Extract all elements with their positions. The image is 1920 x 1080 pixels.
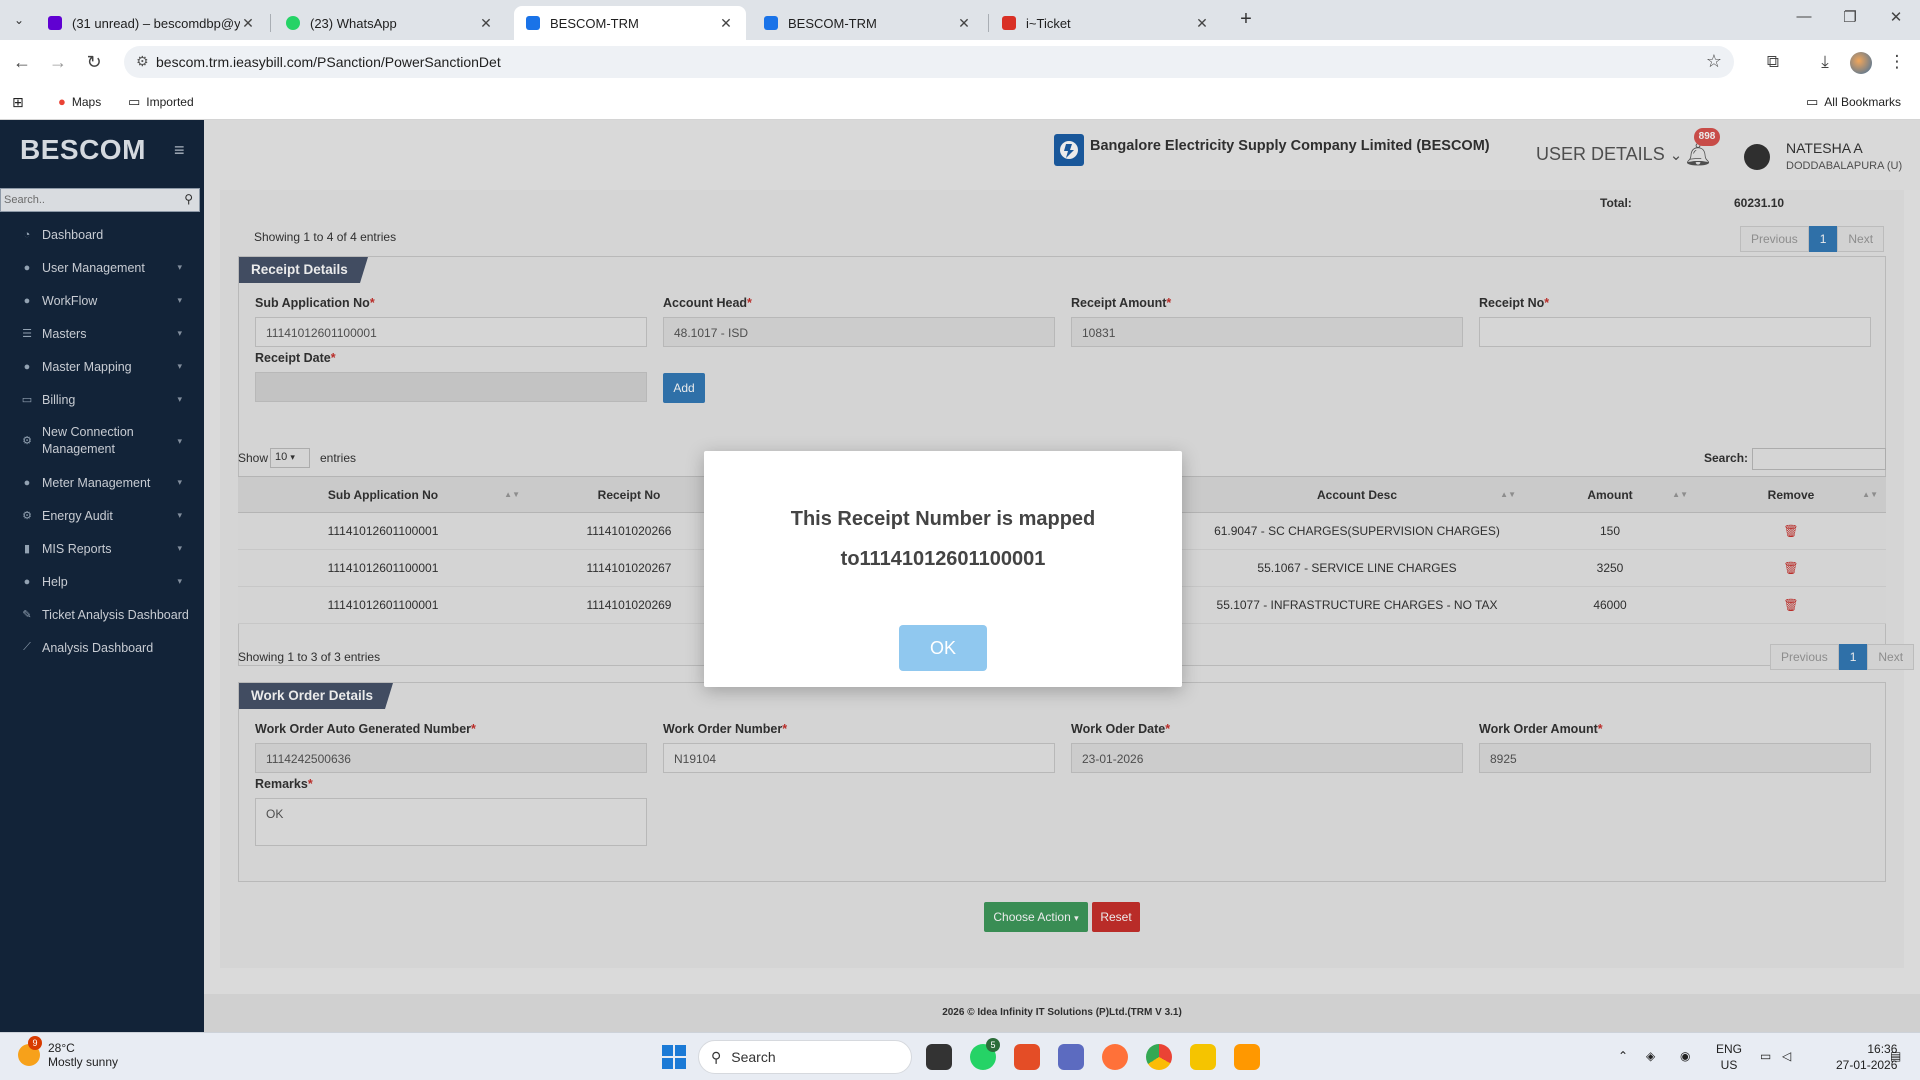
tray-app-icon[interactable]: ◈ <box>1646 1049 1655 1063</box>
weather-badge: 9 <box>28 1036 42 1050</box>
search-icon: ⚲ <box>711 1048 722 1065</box>
bookmark-imported[interactable]: ▭ Imported <box>128 94 194 110</box>
sun-icon: 9 <box>18 1036 42 1066</box>
bookmark-label: Maps <box>71 94 102 109</box>
tab-title: BESCOM-TRM <box>550 15 639 31</box>
windows-taskbar: 9 28°C Mostly sunny ⚲ Search 5 ⌃ ◈ ◉ ENG… <box>0 1032 1920 1080</box>
minimize-icon[interactable]: — <box>1784 8 1824 25</box>
chrome-icon[interactable] <box>1146 1044 1172 1070</box>
taskbar-search[interactable]: ⚲ Search <box>698 1040 912 1074</box>
browser-tab-iticket[interactable]: i~Ticket ✕ <box>990 6 1222 40</box>
download-icon[interactable]: ⤓ <box>1812 50 1838 74</box>
clock-time: 16:36 <box>1867 1042 1898 1056</box>
new-tab-button[interactable]: + <box>1234 8 1258 32</box>
reload-icon[interactable]: ↻ <box>82 50 106 74</box>
alert-message-line2: to11141012601100001 <box>840 548 1046 570</box>
tab-title: i~Ticket <box>1026 15 1071 31</box>
windows-start-icon[interactable] <box>662 1045 686 1069</box>
browser-tab-mail[interactable]: (31 unread) – bescomdbp@yah ✕ <box>36 6 268 40</box>
alert-message: This Receipt Number is mapped to11141012… <box>704 499 1182 579</box>
weather-temp: 28°C <box>48 1041 75 1055</box>
menu-kebab-icon[interactable]: ⋮ <box>1884 50 1910 74</box>
tab-separator <box>270 14 271 32</box>
bescom-favicon-icon <box>526 16 540 30</box>
map-pin-icon: ● <box>58 94 66 109</box>
tab-separator <box>988 14 989 32</box>
browser-toolbar: ← → ↻ ⚙ bescom.trm.ieasybill.com/PSancti… <box>0 40 1920 84</box>
window-close-icon[interactable]: ✕ <box>1876 8 1916 26</box>
alert-message-line1: This Receipt Number is mapped <box>790 508 1096 530</box>
apps-grid-icon[interactable]: ⊞ <box>12 94 24 111</box>
tab-title: (23) WhatsApp <box>310 15 397 31</box>
taskview-icon[interactable] <box>926 1044 952 1070</box>
url-text[interactable]: bescom.trm.ieasybill.com/PSanction/Power… <box>156 54 501 70</box>
bookmark-label: All Bookmarks <box>1824 95 1901 109</box>
close-icon[interactable]: ✕ <box>1194 15 1210 32</box>
profile-avatar[interactable] <box>1850 52 1872 74</box>
bescom-favicon-icon <box>764 16 778 30</box>
tray-app-icon[interactable]: ◉ <box>1680 1049 1690 1063</box>
language-indicator[interactable]: ENG US <box>1716 1041 1742 1073</box>
whatsapp-icon <box>286 16 300 30</box>
tab-title: BESCOM-TRM <box>788 15 877 31</box>
volume-icon[interactable]: ◁ <box>1782 1049 1791 1063</box>
whatsapp-icon[interactable]: 5 <box>970 1038 1000 1070</box>
notification-center-icon[interactable]: ▤ <box>1890 1049 1901 1063</box>
all-bookmarks[interactable]: ▭ All Bookmarks <box>1806 94 1901 110</box>
browser-tab-bar: ⌄ (31 unread) – bescomdbp@yah ✕ (23) Wha… <box>0 0 1920 40</box>
chevron-up-icon[interactable]: ⌃ <box>1618 1049 1628 1063</box>
browser-tab-bescom[interactable]: BESCOM-TRM ✕ <box>752 6 984 40</box>
app-icon[interactable] <box>1014 1044 1040 1070</box>
bookmark-star-icon[interactable]: ☆ <box>1706 51 1722 72</box>
browser-tab-bescom-active[interactable]: BESCOM-TRM ✕ <box>514 6 746 40</box>
calculator-icon[interactable] <box>1058 1044 1084 1070</box>
bookmark-label: Imported <box>146 95 194 109</box>
forward-icon[interactable]: → <box>46 50 70 74</box>
close-icon[interactable]: ✕ <box>478 15 494 32</box>
mail-icon <box>48 16 62 30</box>
system-clock[interactable]: 16:36 27-01-2026 <box>1836 1041 1897 1073</box>
address-bar[interactable]: ⚙ bescom.trm.ieasybill.com/PSanction/Pow… <box>124 46 1734 78</box>
weather-widget[interactable]: 9 28°C Mostly sunny <box>18 1036 119 1069</box>
tab-title: (31 unread) – bescomdbp@yah <box>72 15 240 31</box>
close-icon[interactable]: ✕ <box>956 15 972 32</box>
tab-search-chevron-icon[interactable]: ⌄ <box>8 9 30 31</box>
alert-dialog: This Receipt Number is mapped to11141012… <box>704 451 1182 687</box>
ticket-icon <box>1002 16 1016 30</box>
bookmarks-bar: ⊞ ● Maps ▭ Imported ▭ All Bookmarks <box>0 84 1920 120</box>
site-info-icon[interactable]: ⚙ <box>136 53 149 70</box>
close-icon[interactable]: ✕ <box>718 15 734 32</box>
browser-tab-whatsapp[interactable]: (23) WhatsApp ✕ <box>274 6 506 40</box>
taskbar-search-label: Search <box>731 1049 776 1065</box>
monitor-icon[interactable]: ▭ <box>1760 1049 1771 1063</box>
weather-desc: Mostly sunny <box>48 1055 119 1069</box>
folder-icon: ▭ <box>128 94 141 109</box>
back-icon[interactable]: ← <box>10 50 34 74</box>
clock-date: 27-01-2026 <box>1836 1058 1898 1072</box>
app-icon[interactable] <box>1234 1044 1260 1070</box>
language-secondary: US <box>1720 1058 1738 1072</box>
bookmark-maps[interactable]: ● Maps <box>58 94 101 109</box>
whatsapp-badge: 5 <box>986 1038 1000 1052</box>
extensions-icon[interactable]: ⧉ <box>1760 50 1786 74</box>
folder-icon: ▭ <box>1806 94 1819 109</box>
firefox-icon[interactable] <box>1102 1044 1128 1070</box>
restore-icon[interactable]: ❐ <box>1830 8 1870 26</box>
language-primary: ENG <box>1716 1042 1743 1056</box>
sticky-notes-icon[interactable] <box>1190 1044 1216 1070</box>
close-icon[interactable]: ✕ <box>240 15 256 32</box>
ok-button[interactable]: OK <box>899 625 987 671</box>
